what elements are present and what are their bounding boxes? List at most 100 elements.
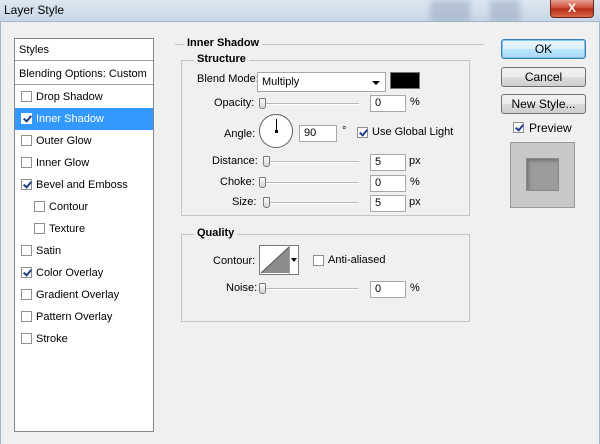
blending-options-item[interactable]: Blending Options: Custom xyxy=(15,63,153,85)
angle-center xyxy=(275,130,278,133)
contour-label: Contour: xyxy=(213,255,256,267)
angle-dial[interactable] xyxy=(259,114,293,148)
blend-mode-label: Blend Mode: xyxy=(197,73,259,85)
background-blur xyxy=(490,0,520,22)
distance-unit: px xyxy=(409,155,421,167)
global-light-checkbox[interactable] xyxy=(357,127,368,138)
satin-checkbox[interactable] xyxy=(21,245,32,256)
style-item-drop-shadow[interactable]: Drop Shadow xyxy=(15,86,153,108)
size-input[interactable]: 5 xyxy=(370,195,406,212)
choke-slider-track[interactable] xyxy=(261,182,359,184)
angle-degree-symbol: ° xyxy=(342,125,347,137)
style-item-inner-shadow[interactable]: Inner Shadow xyxy=(15,108,153,130)
close-icon: X xyxy=(567,1,576,15)
texture-checkbox[interactable] xyxy=(34,223,45,234)
style-item-label: Pattern Overlay xyxy=(36,311,113,323)
gradient-overlay-checkbox[interactable] xyxy=(21,289,32,300)
contour-checkbox[interactable] xyxy=(34,201,45,212)
style-item-color-overlay[interactable]: Color Overlay xyxy=(15,262,153,284)
opacity-input[interactable]: 0 xyxy=(370,95,406,112)
size-slider-thumb[interactable] xyxy=(263,197,270,208)
style-item-inner-glow[interactable]: Inner Glow xyxy=(15,152,153,174)
preview-checkbox[interactable] xyxy=(513,122,524,133)
chevron-down-icon xyxy=(372,81,380,85)
styles-list: Styles Blending Options: Custom Drop Sha… xyxy=(14,38,154,432)
global-light-label: Use Global Light xyxy=(372,126,454,138)
choke-input[interactable]: 0 xyxy=(370,175,406,192)
choke-slider-thumb[interactable] xyxy=(259,177,266,188)
contour-linear-icon xyxy=(260,246,290,274)
shadow-color-swatch[interactable] xyxy=(390,72,420,89)
stroke-checkbox[interactable] xyxy=(21,333,32,344)
preview-thumbnail xyxy=(510,142,575,208)
noise-input[interactable]: 0 xyxy=(370,281,406,298)
style-item-label: Satin xyxy=(36,245,62,257)
color-overlay-checkbox[interactable] xyxy=(21,267,32,278)
style-item-label: Texture xyxy=(49,223,86,235)
style-item-texture[interactable]: Texture xyxy=(15,218,153,240)
new-style-button[interactable]: New Style... xyxy=(501,94,586,114)
close-button[interactable]: X xyxy=(550,0,594,18)
dialog-client: Styles Blending Options: Custom Drop Sha… xyxy=(0,22,600,444)
style-item-stroke[interactable]: Stroke xyxy=(15,328,153,350)
anti-aliased-checkbox[interactable] xyxy=(313,255,324,266)
choke-label: Choke: xyxy=(220,176,255,188)
opacity-label: Opacity: xyxy=(214,97,255,109)
opacity-slider-track[interactable] xyxy=(261,103,359,105)
anti-aliased-label: Anti-aliased xyxy=(328,254,386,266)
window-title: Layer Style xyxy=(4,3,65,17)
opacity-slider-thumb[interactable] xyxy=(259,98,266,109)
style-item-label: Color Overlay xyxy=(36,267,104,279)
pattern-overlay-checkbox[interactable] xyxy=(21,311,32,322)
outer-glow-checkbox[interactable] xyxy=(21,135,32,146)
styles-header[interactable]: Styles xyxy=(15,39,153,61)
choke-unit: % xyxy=(410,176,420,188)
structure-title: Structure xyxy=(194,53,249,65)
style-item-contour[interactable]: Contour xyxy=(15,196,153,218)
drop-shadow-checkbox[interactable] xyxy=(21,91,32,102)
noise-unit: % xyxy=(410,282,420,294)
quality-title: Quality xyxy=(194,227,238,239)
contour-picker[interactable] xyxy=(259,245,299,275)
cancel-button[interactable]: Cancel xyxy=(501,67,586,87)
inner-glow-checkbox[interactable] xyxy=(21,157,32,168)
size-slider-track[interactable] xyxy=(265,202,359,204)
style-item-label: Inner Glow xyxy=(36,157,90,169)
angle-label: Angle: xyxy=(224,128,256,140)
background-blur xyxy=(430,0,470,22)
style-item-label: Outer Glow xyxy=(36,135,92,147)
inner-shadow-title: Inner Shadow xyxy=(184,37,263,49)
preview-label: Preview xyxy=(529,121,572,135)
style-item-pattern-overlay[interactable]: Pattern Overlay xyxy=(15,306,153,328)
distance-label: Distance: xyxy=(212,155,258,167)
distance-input[interactable]: 5 xyxy=(370,154,406,171)
style-item-gradient-overlay[interactable]: Gradient Overlay xyxy=(15,284,153,306)
noise-slider-track[interactable] xyxy=(261,288,359,290)
style-item-label: Stroke xyxy=(36,333,68,345)
bevel-emboss-checkbox[interactable] xyxy=(21,179,32,190)
size-unit: px xyxy=(409,196,421,208)
contour-dropdown-icon[interactable] xyxy=(289,246,298,274)
style-item-label: Gradient Overlay xyxy=(36,289,120,301)
style-item-bevel-emboss[interactable]: Bevel and Emboss xyxy=(15,174,153,196)
style-item-label: Drop Shadow xyxy=(36,91,103,103)
noise-slider-thumb[interactable] xyxy=(259,283,266,294)
ok-button[interactable]: OK xyxy=(501,39,586,59)
inner-shadow-checkbox[interactable] xyxy=(21,113,32,124)
style-item-label: Inner Shadow xyxy=(36,113,104,125)
distance-slider-track[interactable] xyxy=(265,161,359,163)
style-item-label: Contour xyxy=(49,201,89,213)
preview-swatch xyxy=(526,158,559,191)
blend-mode-value: Multiply xyxy=(262,76,300,88)
size-label: Size: xyxy=(232,196,257,208)
noise-label: Noise: xyxy=(226,282,258,294)
style-item-satin[interactable]: Satin xyxy=(15,240,153,262)
style-item-outer-glow[interactable]: Outer Glow xyxy=(15,130,153,152)
distance-slider-thumb[interactable] xyxy=(263,156,270,167)
quality-group xyxy=(181,234,470,322)
title-bar: Layer Style X xyxy=(0,0,600,22)
opacity-unit: % xyxy=(410,96,420,108)
angle-input[interactable]: 90 xyxy=(299,125,337,142)
blend-mode-select[interactable]: Multiply xyxy=(257,72,386,92)
style-item-label: Bevel and Emboss xyxy=(36,179,128,191)
